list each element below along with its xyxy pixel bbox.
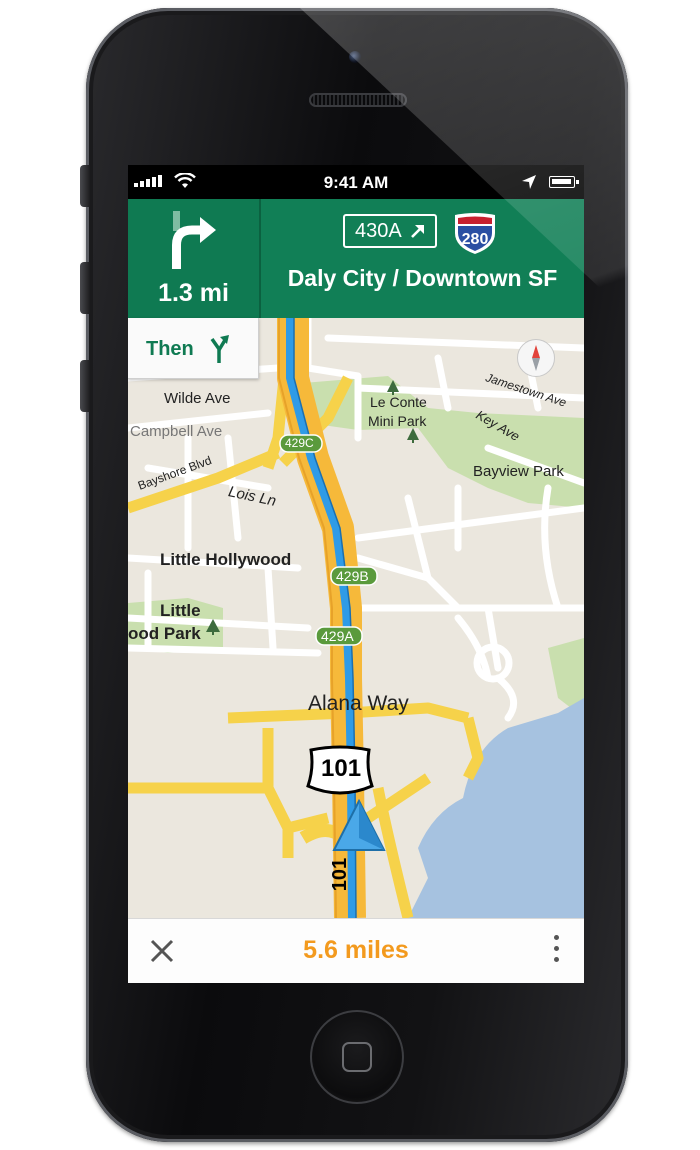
mute-switch [80,165,90,207]
exit-label-429a: 429A [321,628,354,644]
earpiece-speaker [309,93,407,107]
compass-icon [532,345,540,371]
exit-sign: 430A [343,214,437,248]
screen: 9:41 AM 1.3 mi 430A 280 Daly City / Down… [128,165,584,983]
street-label-wilde-ave: Wilde Ave [164,390,231,407]
place-label-little: Little [160,601,201,620]
exit-number: 430A [355,220,402,242]
home-button[interactable] [310,1010,404,1104]
us-101-shield-number: 101 [321,755,362,782]
then-panel[interactable]: Then [128,318,259,379]
status-bar: 9:41 AM [128,165,584,199]
fork-icon [210,335,229,363]
next-turn-panel[interactable]: 1.3 mi [128,199,261,318]
map-view[interactable]: Wilde Ave Campbell Ave Bayshore Blvd Loi… [128,318,584,918]
then-label: Then [146,338,194,360]
exit-arrow-icon [411,225,424,238]
street-label-alana-way: Alana Way [308,692,409,715]
home-square-icon [342,1042,372,1072]
next-turn-distance: 1.3 mi [158,279,229,307]
interstate-number: 280 [462,231,489,248]
compass-button[interactable] [517,339,555,377]
more-icon[interactable] [550,935,562,969]
exit-label-429b: 429B [336,568,369,584]
place-label-wood-park: ood Park [128,624,201,643]
park-label-mini-park: Mini Park [368,413,427,429]
interstate-shield-icon: 280 [455,213,495,254]
volume-up-button [80,262,90,314]
road-label-101: 101 [329,857,352,892]
park-label-bayview-park: Bayview Park [473,463,564,480]
exit-label-429c: 429C [285,436,314,450]
navigation-header: 1.3 mi 430A 280 Daly City / Downtown SF [128,199,584,318]
front-camera [349,51,361,63]
location-icon [522,175,536,189]
battery-icon [549,176,579,188]
road-info-panel: 430A 280 Daly City / Downtown SF [261,199,584,318]
remaining-distance: 5.6 miles [303,936,409,964]
place-label-little-hollywood: Little Hollywood [160,550,292,569]
bottom-bar: 5.6 miles [128,918,584,983]
park-label-le-conte: Le Conte [370,394,427,410]
destination-label: Daly City / Downtown SF [287,265,558,291]
turn-right-icon [172,211,216,269]
status-time: 9:41 AM [323,173,389,192]
street-label-campbell-ave: Campbell Ave [130,423,223,440]
volume-down-button [80,360,90,412]
